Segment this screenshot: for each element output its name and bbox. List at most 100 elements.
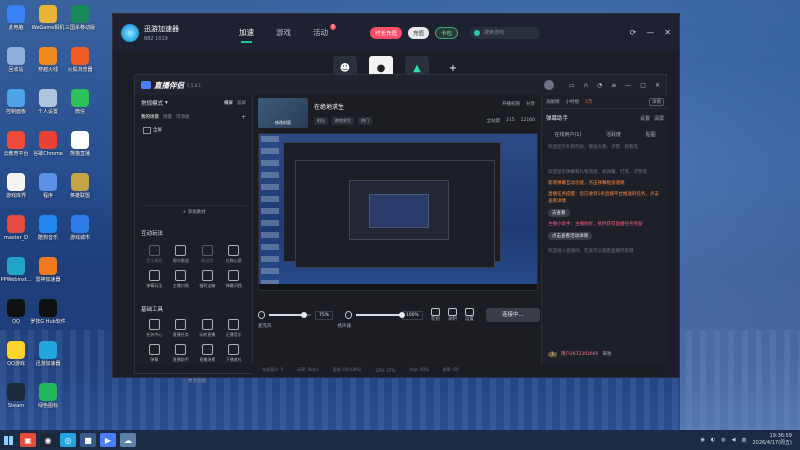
desktop-shortcut[interactable]: 微信 bbox=[64, 86, 96, 128]
tool-item[interactable]: 正播音乐 bbox=[221, 319, 248, 338]
landscape-toggle[interactable]: 横屏 bbox=[224, 100, 233, 106]
desktop-shortcut[interactable]: 雷神加速器 bbox=[32, 254, 64, 296]
card-pack-button[interactable]: 卡包 bbox=[435, 26, 459, 39]
tool-item[interactable]: 音乐播放 bbox=[141, 245, 168, 264]
hour-rank-tab[interactable]: 小时榜 bbox=[566, 99, 580, 105]
stream-preview[interactable] bbox=[258, 133, 538, 291]
contribution-rank-tab[interactable]: 贡献榜 bbox=[546, 99, 560, 105]
close-icon[interactable]: ✕ bbox=[664, 28, 671, 37]
refresh-icon[interactable]: ⟳ bbox=[630, 28, 637, 37]
start-button[interactable] bbox=[0, 430, 16, 450]
close-icon[interactable]: ✕ bbox=[655, 82, 660, 89]
tray-network-icon[interactable]: ◍ bbox=[721, 437, 725, 443]
speaker-volume-slider[interactable] bbox=[356, 312, 406, 318]
taskbar-xunyou-icon[interactable]: ◎ bbox=[60, 433, 76, 447]
streamer-avatar[interactable] bbox=[543, 80, 554, 90]
headset-icon[interactable]: ∩ bbox=[584, 82, 588, 89]
desktop-shortcut[interactable]: 穿越火线 bbox=[32, 44, 64, 86]
tool-item[interactable]: 观众挑战 bbox=[168, 245, 195, 264]
desktop-shortcut[interactable]: 云教育平台 bbox=[0, 128, 32, 170]
tool-item[interactable]: 任务中心 bbox=[141, 319, 168, 338]
danmaku-clear-icon[interactable]: 清屏 bbox=[654, 115, 664, 122]
recharge-button[interactable]: 充值 bbox=[408, 26, 430, 39]
speaker-icon[interactable] bbox=[344, 311, 353, 319]
view-task-button[interactable]: 去查看 bbox=[548, 209, 570, 217]
notification-icon[interactable]: ◔ bbox=[597, 82, 602, 89]
desktop-shortcut[interactable]: 此电脑 bbox=[0, 2, 32, 44]
tool-item[interactable]: 直播场景 bbox=[194, 344, 221, 363]
message-icon[interactable]: ▭ bbox=[569, 82, 575, 89]
open-permission-button[interactable]: 开播权限 bbox=[502, 101, 520, 107]
desktop-shortcut[interactable]: 程序 bbox=[32, 170, 64, 212]
tool-item[interactable]: 直播助手 bbox=[168, 344, 195, 363]
desktop-shortcut[interactable]: Steam bbox=[0, 380, 32, 422]
stream-title[interactable]: 在绝地求生 bbox=[314, 102, 372, 111]
tool-item[interactable]: 福利宝箱 bbox=[194, 270, 221, 289]
tab-activity[interactable]: 活跃度 bbox=[606, 131, 621, 138]
stream-tag[interactable]: 绝地求生 bbox=[332, 117, 354, 125]
clock[interactable]: 19:36:59 2026/4/17(周五) bbox=[752, 433, 792, 447]
danmaku-settings-icon[interactable]: 设置 bbox=[640, 115, 650, 122]
tool-item[interactable]: 弹幕 bbox=[141, 344, 168, 363]
tool-item[interactable]: 弹幕玩法 bbox=[141, 270, 168, 289]
user-name[interactable]: 用户2672302695 bbox=[561, 351, 599, 357]
taskbar-app-4-icon[interactable]: ■ bbox=[80, 433, 96, 447]
desktop-shortcut[interactable]: 绿色图标 bbox=[32, 380, 64, 422]
tray-volume-icon[interactable]: ◀ bbox=[732, 437, 736, 443]
tray-qq-icon[interactable]: ◐ bbox=[711, 437, 715, 443]
tool-item[interactable]: 直播任务 bbox=[168, 319, 195, 338]
tab-games[interactable]: 游戏 bbox=[276, 27, 291, 38]
share-button[interactable]: 分享 bbox=[526, 101, 535, 107]
stream-cover[interactable]: 修改封面 bbox=[258, 98, 308, 128]
speaker-volume-value[interactable]: 100% bbox=[401, 310, 423, 320]
taskbar-steam-icon[interactable]: ◉ bbox=[40, 433, 56, 447]
vip-recharge-button[interactable]: 时长充值 bbox=[370, 26, 403, 39]
mic-volume-value[interactable]: 75% bbox=[314, 310, 333, 320]
tab-my-scenes[interactable]: 我的场景 bbox=[141, 114, 159, 121]
desktop-shortcut[interactable]: PPWebinst... bbox=[0, 254, 32, 296]
tool-item[interactable]: 玩转直播 bbox=[194, 319, 221, 338]
tool-item[interactable]: 礼物心愿 bbox=[221, 245, 248, 264]
microphone-icon[interactable] bbox=[258, 311, 266, 319]
tab-stickers[interactable]: 贴图 bbox=[646, 131, 656, 138]
chevron-down-icon[interactable]: ▾ bbox=[165, 100, 168, 106]
detail-button[interactable]: 详情 bbox=[649, 97, 664, 106]
minimize-icon[interactable]: — bbox=[646, 28, 654, 37]
taskbar-app-6-icon[interactable]: ☁ bbox=[120, 433, 136, 447]
connect-button[interactable]: 连接中... bbox=[485, 308, 541, 322]
mic-volume-slider[interactable] bbox=[269, 312, 311, 318]
tool-item[interactable]: 下播收礼 bbox=[221, 344, 248, 363]
desktop-shortcut[interactable]: 游戏城市 bbox=[64, 212, 96, 254]
taskbar-live-icon[interactable]: ▶ bbox=[100, 433, 116, 447]
tool-item[interactable]: 粉丝团 bbox=[194, 245, 221, 264]
tool-item[interactable]: 主播口袋 bbox=[168, 270, 195, 289]
taskbar-app-1-icon[interactable]: ▣ bbox=[20, 433, 36, 447]
game-search-input[interactable]: 搜索游戏 bbox=[470, 26, 541, 39]
tab-online-users[interactable]: 在线用户(1) bbox=[554, 131, 581, 138]
desktop-shortcut[interactable]: WeGame相机 bbox=[32, 2, 64, 44]
desktop-shortcut[interactable]: 回收站 bbox=[0, 44, 32, 86]
tab-scenes[interactable]: 场景 bbox=[163, 114, 172, 121]
desktop-shortcut[interactable]: 控制面板 bbox=[0, 86, 32, 128]
decorate-button[interactable]: 装扮 bbox=[430, 308, 440, 322]
tab-addable[interactable]: 可添加 bbox=[176, 114, 190, 121]
desktop-shortcut[interactable]: 迅游加速器 bbox=[32, 338, 64, 380]
stream-tag[interactable]: 射击 bbox=[314, 117, 328, 125]
scene-item-fullscreen[interactable]: 全屏 bbox=[141, 127, 246, 134]
maximize-icon[interactable]: □ bbox=[640, 82, 646, 89]
stream-tag[interactable]: 热门 bbox=[358, 117, 372, 125]
tab-activity[interactable]: 活动 5 bbox=[313, 24, 336, 38]
more-functions-button[interactable]: ⋯ 更多功能 bbox=[141, 378, 247, 384]
desktop-shortcut[interactable]: 英雄联盟 bbox=[64, 170, 96, 212]
view-activity-button[interactable]: 点击查看活动详情 bbox=[548, 232, 592, 240]
desktop-shortcut[interactable]: 个人设置 bbox=[32, 86, 64, 128]
desktop-shortcut[interactable]: QQ bbox=[0, 296, 32, 338]
add-source-button[interactable]: + 添加素材 bbox=[141, 205, 247, 219]
tray-steam-icon[interactable]: ◉ bbox=[700, 437, 704, 443]
portrait-toggle[interactable]: 竖屏 bbox=[237, 100, 246, 106]
desktop-shortcut[interactable]: QQ游戏 bbox=[0, 338, 32, 380]
mode-selector[interactable]: 常规模式 bbox=[141, 99, 163, 107]
desktop-shortcut[interactable]: 游戏库界 bbox=[0, 170, 32, 212]
desktop-shortcut[interactable]: 三国杀移动版 bbox=[64, 2, 96, 44]
input-language[interactable]: 英 bbox=[741, 437, 746, 444]
